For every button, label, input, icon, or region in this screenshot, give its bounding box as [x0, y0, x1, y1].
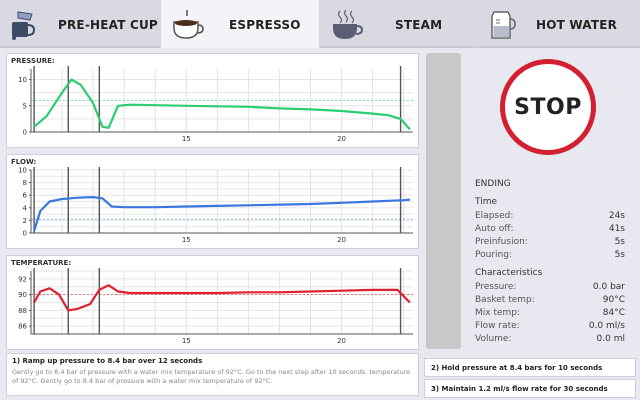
step-1-card[interactable]: 1) Ramp up pressure to 8.4 bar over 12 s… [6, 353, 419, 396]
x-tick-label: 20 [337, 337, 346, 345]
series-line [33, 284, 411, 312]
water-jug-icon [484, 8, 520, 42]
row-label: Flow rate: [475, 321, 520, 331]
series-line [33, 78, 411, 131]
tab-pre-heat-cup[interactable]: PRE-HEAT CUP [0, 0, 160, 48]
step-2-title: 2) Hold pressure at 8.4 bars for 10 seco… [431, 364, 603, 372]
x-tick-label: 15 [182, 135, 191, 143]
row-value: 0.0 ml/s [588, 321, 625, 331]
y-tick-label: 8 [23, 179, 27, 187]
y-tick-label: 90 [18, 291, 27, 299]
scroll-track[interactable] [426, 53, 461, 349]
x-tick-label: 20 [337, 135, 346, 143]
tab-label: HOT WATER [536, 18, 618, 32]
tab-hot-water[interactable]: HOT WATER [476, 0, 640, 48]
y-tick-label: 92 [18, 275, 27, 283]
stop-button[interactable]: STOP [500, 59, 596, 155]
row-label: Auto off: [475, 224, 514, 234]
row-value: 5s [614, 250, 625, 260]
row-value: 24s [608, 211, 625, 221]
x-tick-label: 15 [182, 236, 191, 244]
row-label: Volume: [475, 334, 512, 344]
tab-label: STEAM [395, 18, 443, 32]
x-tick-label: 15 [182, 337, 191, 345]
y-tick-label: 10 [18, 167, 27, 175]
stop-label: STOP [514, 94, 582, 120]
tab-steam[interactable]: STEAM [320, 0, 475, 48]
y-tick-label: 5 [23, 102, 27, 110]
y-tick-label: 10 [18, 76, 27, 84]
tab-bar: PRE-HEAT CUP ESPRESSO STEAM HOT WATER [0, 0, 640, 48]
step-1-title: 1) Ramp up pressure to 8.4 bar over 12 s… [12, 357, 203, 365]
row-value: 41s [608, 224, 625, 234]
tab-label: ESPRESSO [229, 18, 301, 32]
y-tick-label: 86 [18, 323, 27, 331]
row-value: 90°C [602, 295, 625, 305]
row-value: 84°C [602, 308, 625, 318]
row-label: Preinfusion: [475, 237, 528, 247]
steam-cup-icon [328, 8, 364, 42]
cup-pour-icon [8, 8, 44, 42]
pressure-chart: 0 5 10 15 20 [18, 66, 413, 143]
x-tick-label: 20 [337, 236, 346, 244]
temperature-chart: 86 88 90 92 15 20 [18, 268, 413, 345]
step-1-description: Gently go to 8.4 bar of pressure with a … [12, 368, 411, 385]
y-tick-label: 4 [23, 204, 28, 212]
step-2-card[interactable]: 2) Hold pressure at 8.4 bars for 10 seco… [424, 358, 636, 377]
temperature-chart-panel: TEMPERATURE: 86 88 90 92 15 20 [6, 255, 419, 350]
espresso-cup-icon [169, 8, 205, 42]
y-tick-label: 2 [23, 217, 27, 225]
y-tick-label: 0 [23, 230, 27, 238]
y-tick-label: 0 [23, 129, 27, 137]
row-label: Pouring: [475, 250, 512, 260]
time-heading: Time [475, 197, 498, 207]
row-value: 0.0 bar [592, 282, 625, 292]
row-label: Elapsed: [475, 211, 514, 221]
flow-chart-panel: FLOW: 0 2 4 6 8 10 15 20 [6, 154, 419, 249]
step-3-title: 3) Maintain 1.2 ml/s flow rate for 30 se… [431, 385, 608, 393]
row-label: Basket temp: [475, 295, 535, 305]
row-value: 0.0 ml [596, 334, 625, 344]
y-tick-label: 88 [18, 307, 27, 315]
row-value: 5s [614, 237, 625, 247]
characteristics-heading: Characteristics [475, 268, 543, 278]
row-label: Pressure: [475, 282, 517, 292]
pressure-chart-panel: PRESSURE: 0 5 10 15 20 [6, 53, 419, 148]
row-label: Mix temp: [475, 308, 521, 318]
tab-label: PRE-HEAT CUP [58, 18, 158, 32]
step-3-card[interactable]: 3) Maintain 1.2 ml/s flow rate for 30 se… [424, 379, 636, 398]
status-heading: ENDING [475, 179, 511, 189]
flow-chart: 0 2 4 6 8 10 15 20 [18, 167, 413, 244]
y-tick-label: 6 [23, 192, 28, 200]
tab-espresso[interactable]: ESPRESSO [161, 0, 319, 48]
